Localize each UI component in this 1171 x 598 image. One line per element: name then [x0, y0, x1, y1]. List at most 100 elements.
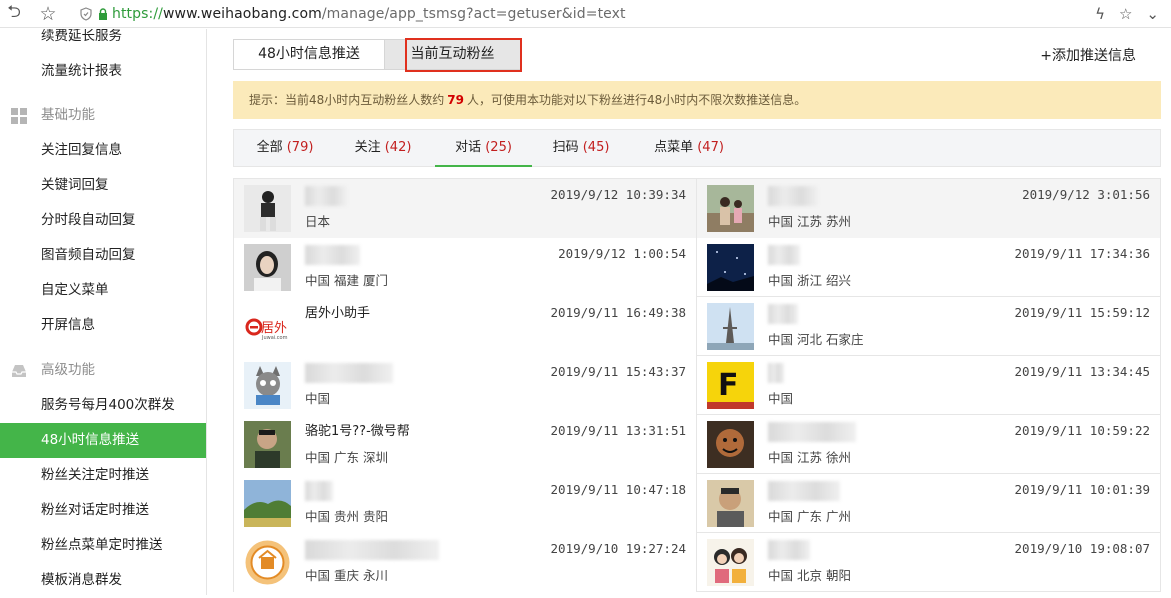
fan-location: 中国 北京 朝阳 — [768, 568, 851, 583]
lightning-icon[interactable]: ϟ — [1095, 5, 1105, 23]
fan-cell[interactable]: 中国 江苏 苏州 2019/9/12 3:01:56 — [697, 179, 1161, 238]
sidebar-item-keyword-reply[interactable]: 关键词回复 — [0, 168, 206, 203]
filter-tabs: 全部 (79) 关注 (42) 对话 (25) 扫码 (45) 点菜单 (47) — [233, 129, 1161, 167]
tab-current-fans[interactable]: 当前互动粉丝 — [384, 38, 522, 72]
notice-banner: 提示：当前48小时内互动粉丝人数约 79 人，可使用本功能对以下粉丝进行48小时内不… — [233, 81, 1161, 119]
main-content: 48小时信息推送 当前互动粉丝 +添加推送信息 提示：当前48小时内互动粉丝人数… — [207, 29, 1171, 595]
fan-cell[interactable]: 中国 2019/9/11 15:43:37 — [233, 356, 697, 415]
sidebar-item-splash-info[interactable]: 开屏信息 — [0, 308, 206, 343]
nickname-redacted — [768, 363, 784, 383]
avatar — [707, 539, 754, 586]
avatar — [707, 303, 754, 350]
table-row: 中国 重庆 永川 2019/9/10 19:27:24 中国 北京 朝阳 201… — [233, 533, 1161, 592]
favorite-star-icon[interactable]: ☆ — [1119, 5, 1132, 23]
sidebar-item-custom-menu[interactable]: 自定义菜单 — [0, 273, 206, 308]
fan-cell[interactable]: 中国 江苏 徐州 2019/9/11 10:59:22 — [697, 415, 1161, 474]
avatar — [244, 421, 291, 468]
fan-count: 79 — [447, 93, 464, 107]
filter-tab-all[interactable]: 全部 (79) — [242, 130, 328, 167]
fan-cell[interactable]: 中国 北京 朝阳 2019/9/10 19:08:07 — [697, 533, 1161, 592]
fan-location: 日本 — [305, 214, 331, 229]
fan-location: 中国 浙江 绍兴 — [768, 273, 851, 288]
fan-location: 中国 重庆 永川 — [305, 568, 388, 583]
fan-location: 中国 — [305, 391, 331, 406]
table-row: 居外 Juwai.com 居外小助手 2019/9/11 16:49:38 中国 … — [233, 297, 1161, 356]
sidebar: 续费延长服务 流量统计报表 基础功能 关注回复信息 关键词回复 分时段自动回复 … — [0, 29, 207, 595]
svg-text:居外: 居外 — [261, 321, 287, 336]
nickname-redacted — [305, 540, 439, 560]
fan-location: 中国 江苏 徐州 — [768, 450, 851, 465]
fan-cell[interactable]: 中国 广东 广州 2019/9/11 10:01:39 — [697, 474, 1161, 533]
back-icon[interactable]: ⮌ — [5, 2, 23, 23]
fan-cell[interactable]: 日本 2019/9/12 10:39:34 — [233, 179, 697, 238]
fan-cell[interactable]: 中国 浙江 绍兴 2019/9/11 17:34:36 — [697, 238, 1161, 297]
fan-time: 2019/9/11 16:49:38 — [550, 305, 686, 320]
table-row: 中国 福建 厦门 2019/9/12 1:00:54 中国 浙江 绍兴 2019… — [233, 238, 1161, 297]
fan-cell[interactable]: 中国 福建 厦门 2019/9/12 1:00:54 — [233, 238, 697, 297]
sidebar-item-timed-auto-reply[interactable]: 分时段自动回复 — [0, 203, 206, 238]
tab-48h-push[interactable]: 48小时信息推送 — [233, 39, 385, 70]
sidebar-item-monthly-broadcast[interactable]: 服务号每月400次群发 — [0, 388, 206, 423]
avatar — [707, 244, 754, 291]
fan-time: 2019/9/11 17:34:36 — [1014, 246, 1150, 261]
sidebar-item-chat-timed-push[interactable]: 粉丝对话定时推送 — [0, 493, 206, 528]
fan-cell[interactable]: 骆驼1号??-微号帮 中国 广东 深圳 2019/9/11 13:31:51 — [233, 415, 697, 474]
filter-tab-menu-click[interactable]: 点菜单 (47) — [644, 130, 734, 167]
avatar — [707, 421, 754, 468]
fan-location: 中国 福建 厦门 — [305, 273, 388, 288]
fan-time: 2019/9/11 13:34:45 — [1014, 364, 1150, 379]
chevron-down-icon[interactable]: ⌄ — [1146, 5, 1159, 23]
nickname-redacted — [768, 481, 840, 501]
fan-cell[interactable]: 居外 Juwai.com 居外小助手 2019/9/11 16:49:38 — [233, 297, 697, 356]
sidebar-item-48h-push[interactable]: 48小时信息推送 — [0, 423, 206, 458]
fan-time: 2019/9/11 10:01:39 — [1014, 482, 1150, 497]
sidebar-item-follow-timed-push[interactable]: 粉丝关注定时推送 — [0, 458, 206, 493]
sidebar-item-traffic-stats[interactable]: 流量统计报表 — [0, 54, 206, 89]
sidebar-item-renew[interactable]: 续费延长服务 — [0, 29, 206, 54]
url-field[interactable]: https://www.weihaobang.com/manage/app_ts… — [112, 6, 626, 22]
filter-tab-chat[interactable]: 对话 (25) — [435, 130, 532, 167]
sidebar-item-media-auto-reply[interactable]: 图音频自动回复 — [0, 238, 206, 273]
nickname-redacted — [768, 186, 818, 206]
grid-icon — [11, 108, 27, 124]
fan-time: 2019/9/11 10:59:22 — [1014, 423, 1150, 438]
table-row: 中国 贵州 贵阳 2019/9/11 10:47:18 中国 广东 广州 201… — [233, 474, 1161, 533]
avatar — [244, 244, 291, 291]
fan-nickname: 居外小助手 — [305, 306, 371, 321]
avatar: 居外 Juwai.com — [244, 303, 291, 350]
fan-time: 2019/9/12 10:39:34 — [550, 187, 686, 202]
sidebar-item-follow-reply[interactable]: 关注回复信息 — [0, 133, 206, 168]
avatar — [244, 539, 291, 586]
fan-location: 中国 广东 深圳 — [305, 450, 388, 465]
fan-time: 2019/9/11 13:31:51 — [550, 423, 686, 438]
avatar — [707, 185, 754, 232]
nickname-redacted — [768, 422, 856, 442]
table-row: 骆驼1号??-微号帮 中国 广东 深圳 2019/9/11 13:31:51 中… — [233, 415, 1161, 474]
shield-icon — [80, 6, 92, 21]
fan-cell[interactable]: 中国 贵州 贵阳 2019/9/11 10:47:18 — [233, 474, 697, 533]
nickname-redacted — [305, 186, 347, 206]
fan-nickname: 骆驼1号??-微号帮 — [305, 424, 410, 439]
nickname-redacted — [768, 304, 798, 324]
fan-time: 2019/9/10 19:08:07 — [1014, 541, 1150, 556]
fan-cell[interactable]: F 中国 2019/9/11 13:34:45 — [697, 356, 1161, 415]
svg-text:Juwai.com: Juwai.com — [261, 335, 288, 341]
inbox-icon — [12, 365, 26, 377]
bookmark-star-icon[interactable]: ☆ — [39, 3, 57, 25]
svg-text:F: F — [718, 368, 739, 403]
browser-address-bar: ⮌ ☆ https://www.weihaobang.com/manage/ap… — [0, 0, 1171, 28]
fan-time: 2019/9/12 1:00:54 — [558, 246, 686, 261]
fan-cell[interactable]: 中国 河北 石家庄 2019/9/11 15:59:12 — [697, 297, 1161, 356]
avatar — [244, 362, 291, 409]
sidebar-item-menu-timed-push[interactable]: 粉丝点菜单定时推送 — [0, 528, 206, 563]
fan-location: 中国 广东 广州 — [768, 509, 851, 524]
sidebar-item-template-broadcast[interactable]: 模板消息群发 — [0, 563, 206, 595]
sidebar-group-basic: 基础功能 — [0, 98, 206, 133]
fan-grid: 日本 2019/9/12 10:39:34 中国 江苏 苏州 2019/9/12… — [233, 178, 1161, 598]
filter-tab-follow[interactable]: 关注 (42) — [338, 130, 428, 167]
table-row: 日本 2019/9/12 10:39:34 中国 江苏 苏州 2019/9/12… — [233, 179, 1161, 238]
filter-tab-scan[interactable]: 扫码 (45) — [532, 130, 630, 167]
fan-cell[interactable]: 中国 重庆 永川 2019/9/10 19:27:24 — [233, 533, 697, 592]
add-push-link[interactable]: +添加推送信息 — [1040, 45, 1136, 65]
fan-location: 中国 贵州 贵阳 — [305, 509, 388, 524]
